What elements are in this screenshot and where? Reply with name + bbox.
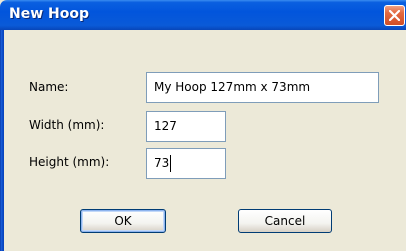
ok-button[interactable]: OK xyxy=(80,209,166,233)
height-input[interactable]: 73 xyxy=(146,148,226,179)
cancel-button[interactable]: Cancel xyxy=(238,209,332,233)
name-label: Name: xyxy=(29,80,69,94)
new-hoop-dialog: New Hoop Name: My Hoop 127mm x 73mm Widt… xyxy=(0,0,406,251)
window-frame-left xyxy=(0,30,4,251)
width-input[interactable]: 127 xyxy=(146,111,226,142)
close-x-icon xyxy=(389,10,400,21)
width-input-value: 127 xyxy=(154,119,177,133)
window-title: New Hoop xyxy=(9,6,89,22)
title-bar[interactable]: New Hoop xyxy=(0,0,406,30)
name-input[interactable]: My Hoop 127mm x 73mm xyxy=(146,72,379,103)
name-input-value: My Hoop 127mm x 73mm xyxy=(154,80,311,94)
height-input-value: 73 xyxy=(154,156,170,170)
text-caret xyxy=(170,155,171,172)
close-button[interactable] xyxy=(384,5,405,26)
width-label: Width (mm): xyxy=(29,118,105,132)
height-label: Height (mm): xyxy=(29,155,110,169)
